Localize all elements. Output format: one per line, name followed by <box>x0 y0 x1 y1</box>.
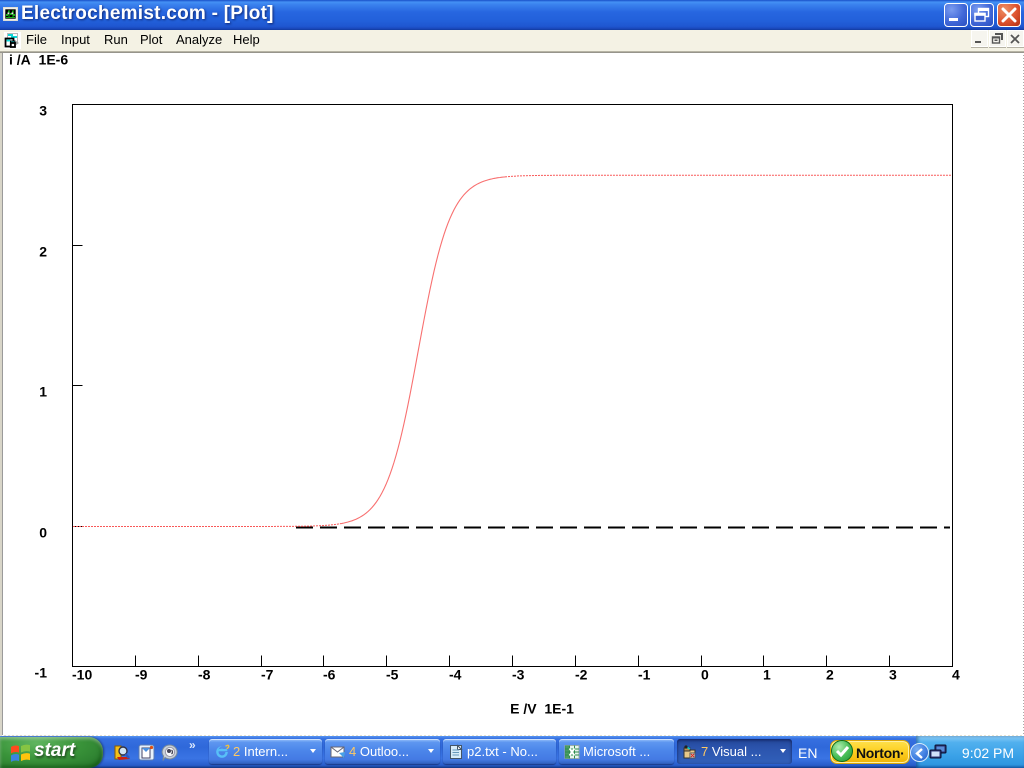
svg-text:-2: -2 <box>575 667 588 683</box>
svg-text:E /V 1E-1: E /V 1E-1 <box>510 701 574 717</box>
svg-text:3: 3 <box>889 667 897 683</box>
svg-text:3: 3 <box>39 103 47 119</box>
svg-text:2: 2 <box>39 244 47 260</box>
svg-text:4: 4 <box>952 667 960 683</box>
svg-text:-8: -8 <box>198 667 211 683</box>
svg-text:-1: -1 <box>638 667 651 683</box>
svg-text:-6: -6 <box>323 667 336 683</box>
svg-text:-1: -1 <box>35 665 48 681</box>
svg-text:2: 2 <box>826 667 834 683</box>
svg-text:0: 0 <box>39 525 47 541</box>
svg-text:0: 0 <box>701 667 709 683</box>
svg-text:1: 1 <box>39 384 47 400</box>
svg-text:-7: -7 <box>261 667 274 683</box>
svg-text:-5: -5 <box>386 667 399 683</box>
svg-text:-9: -9 <box>135 667 148 683</box>
svg-text:1: 1 <box>763 667 771 683</box>
svg-text:i /A 1E-6: i /A 1E-6 <box>9 52 68 68</box>
svg-text:-10: -10 <box>72 667 92 683</box>
svg-text:-3: -3 <box>512 667 525 683</box>
svg-text:-4: -4 <box>449 667 462 683</box>
